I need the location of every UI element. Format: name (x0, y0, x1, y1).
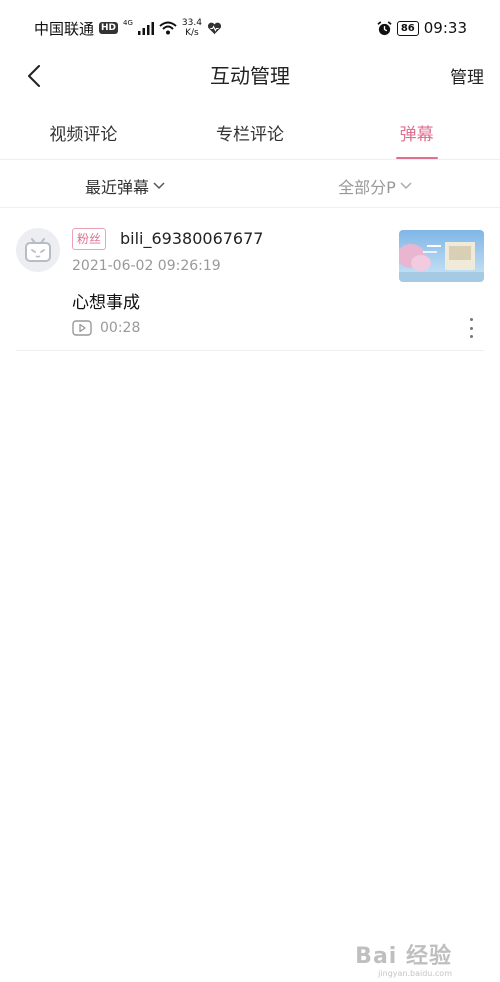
danmaku-list-item[interactable]: 粉丝 bili_69380067677 2021-06-02 09:26:19 … (16, 214, 484, 351)
chevron-down-icon (153, 181, 165, 189)
tab-bar: 视频评论 专栏评论 弹幕 (0, 112, 500, 160)
video-time: 00:28 (100, 320, 141, 336)
more-icon-dot (469, 326, 473, 330)
manage-button[interactable]: 管理 (450, 63, 484, 88)
network-generation: 4G (123, 19, 133, 27)
nav-bar: 互动管理 管理 (0, 56, 500, 96)
filter-bar: 最近弹幕 全部分P (0, 164, 500, 208)
signal-icon (137, 21, 154, 35)
status-bar: 中国联通 HD 4G 33.4 K/s 86 09:33 (0, 0, 500, 56)
alarm-icon (377, 20, 392, 35)
tab-label: 专栏评论 (216, 125, 284, 145)
more-icon-dot (469, 318, 473, 321)
hd-badge: HD (99, 22, 119, 34)
timestamp: 2021-06-02 09:26:19 (72, 258, 221, 274)
tab-danmaku[interactable]: 弹幕 (333, 112, 500, 159)
speed-value: 33.4 (181, 18, 202, 28)
part-dropdown[interactable]: 全部分P (250, 164, 500, 207)
active-tab-indicator (395, 157, 438, 159)
part-label: 全部分P (338, 177, 396, 197)
bilibili-tv-icon (25, 238, 51, 262)
thumbnail-image (399, 230, 484, 282)
more-icon-dot (469, 335, 473, 338)
wifi-icon (159, 21, 177, 35)
sort-label: 最近弹幕 (84, 177, 149, 197)
tab-label: 弹幕 (399, 125, 434, 145)
status-left: 中国联通 HD 4G 33.4 K/s (34, 18, 222, 39)
video-time-link[interactable]: 00:28 (72, 320, 140, 336)
sort-dropdown[interactable]: 最近弹幕 (0, 164, 250, 207)
heart-health-icon (207, 22, 222, 34)
avatar[interactable] (16, 228, 60, 272)
carrier-label: 中国联通 (34, 19, 95, 38)
page-title: 互动管理 (210, 64, 290, 88)
tab-label: 视频评论 (49, 125, 118, 145)
back-button[interactable] (20, 62, 48, 90)
play-icon (72, 320, 92, 336)
watermark-subtext: jingyan.baidu.com (378, 969, 452, 978)
danmaku-content: 心想事成 (72, 293, 140, 313)
chevron-left-icon (28, 65, 40, 87)
status-right: 86 09:33 (377, 19, 467, 37)
clock: 09:33 (423, 19, 467, 37)
username[interactable]: bili_69380067677 (120, 229, 263, 248)
tab-video-comments[interactable]: 视频评论 (0, 112, 167, 159)
tab-column-comments[interactable]: 专栏评论 (167, 112, 334, 159)
battery-indicator: 86 (396, 20, 419, 36)
more-options-button[interactable] (466, 318, 476, 338)
watermark: Bai 经验 (355, 944, 452, 969)
speed-unit: K/s (185, 28, 199, 38)
fan-badge: 粉丝 (72, 228, 107, 250)
video-thumbnail[interactable] (399, 230, 484, 282)
network-speed: 33.4 K/s (182, 18, 202, 38)
chevron-down-icon (400, 181, 412, 189)
